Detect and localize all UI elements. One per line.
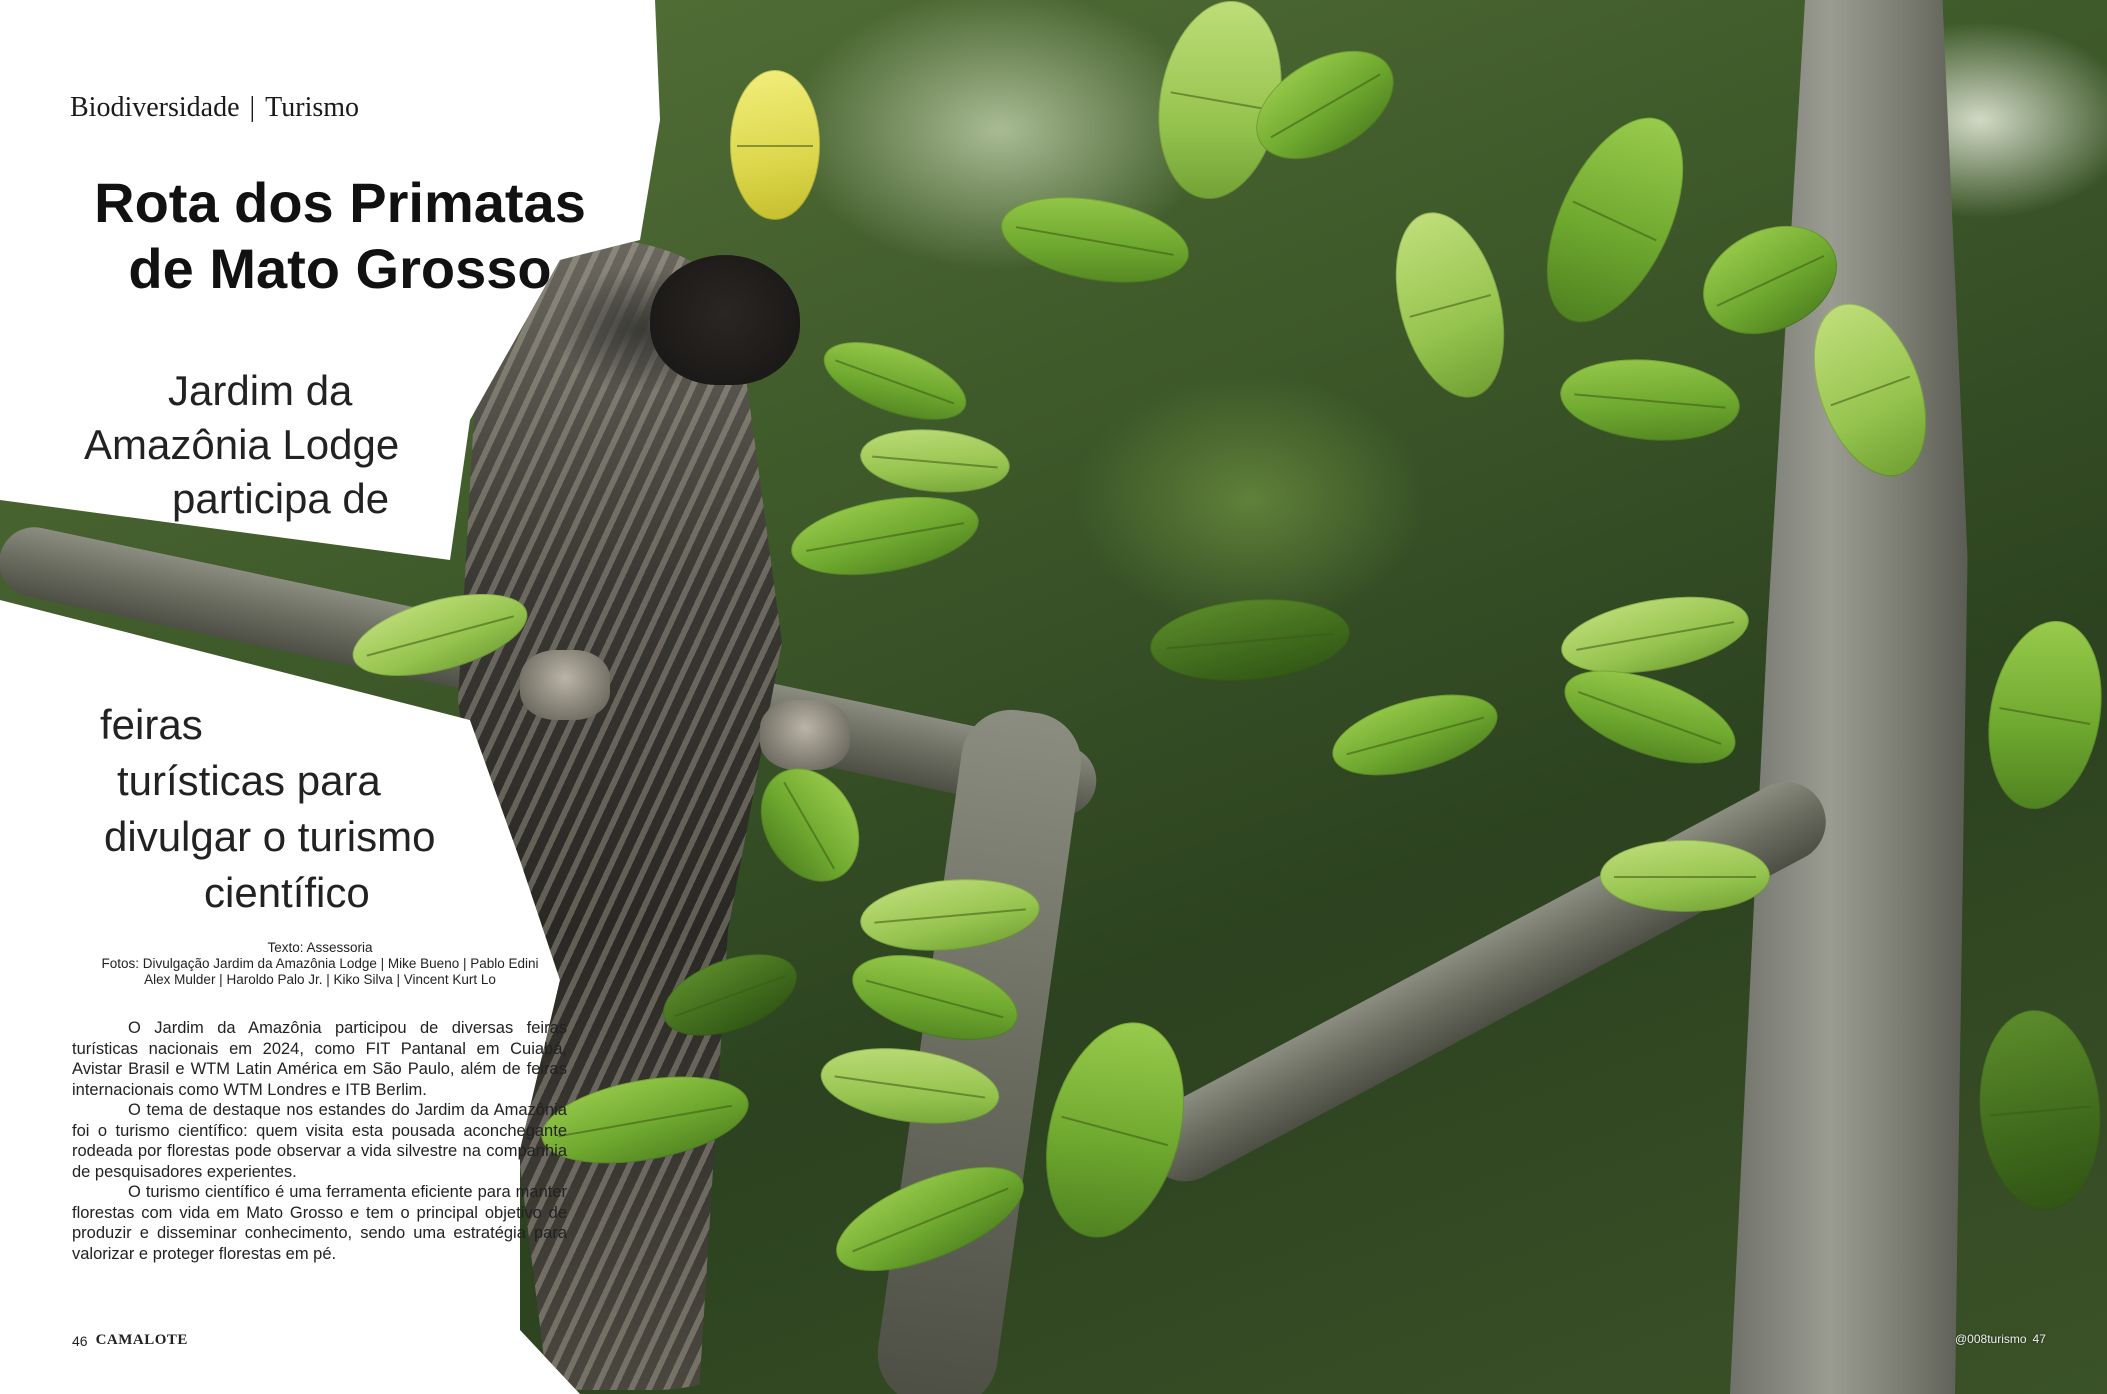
section-biodiversity: Biodiversidade [70,92,240,123]
leaf [1323,679,1507,791]
photo-credit-value: Divulgação Jardim da Amazônia Lodge | Mi… [142,956,539,971]
monkey-face [650,255,800,385]
magazine-brand: CAMALOTE [95,1332,188,1348]
headline-line-2: de Mato Grosso [128,237,552,300]
monkey-hand [760,700,850,770]
article-body: O Jardim da Amazônia participou de diver… [72,1018,567,1264]
photo-credits: Texto: Assessoria Fotos: Divulgação Jard… [40,940,600,988]
section-tourism: Turismo [265,92,360,123]
left-page-footer: 46 CAMALOTE [72,1332,188,1349]
text-credit-value: Assessoria [306,940,373,955]
headline-line-1: Rota dos Primatas [94,171,586,234]
photo-credit-label: Fotos: [101,956,139,971]
branch [1131,767,1840,1196]
leaf [1556,352,1744,448]
leaf [1555,584,1755,686]
monkey-hand [520,650,610,720]
photo-credit: Fotos: Divulgação Jardim da Amazônia Lod… [40,956,600,972]
deck-line-5: turísticas para [117,757,381,804]
leaf [1377,200,1523,410]
leaf [1146,591,1354,689]
deck-line-3: participa de [172,475,390,522]
deck-line-6: divulgar o turismo [104,813,436,860]
deck-line-7: científico [204,869,370,916]
body-paragraph-2: O tema de destaque nos estandes do Jardi… [72,1101,567,1181]
section-tag: Biodiversidade | Turismo [70,92,630,124]
tree-trunk [1730,0,1968,1394]
text-credit-label: Texto: [267,940,304,955]
body-paragraph-1: O Jardim da Amazônia participou de diver… [72,1019,567,1099]
leaf [994,184,1196,296]
leaf [1974,611,2107,819]
text-credit: Texto: Assessoria [40,940,600,956]
left-page-number: 46 [72,1332,88,1349]
leaf [1518,97,1712,343]
leaf [785,484,985,588]
leaf [857,423,1013,499]
photo-credit-continued: Alex Mulder | Haroldo Palo Jr. | Kiko Si… [144,972,496,987]
leaf [1600,840,1770,912]
article-headline: Rota dos Primatas de Mato Grosso [40,170,640,302]
magazine-spread: Biodiversidade | Turismo Rota dos Primatas… [0,0,2107,1394]
right-page-footer: @008turismo 47 [1955,1332,2046,1346]
body-paragraph-3: O turismo científico é uma ferramenta ef… [72,1183,567,1263]
social-handle: @008turismo [1955,1332,2027,1346]
leaf [1971,1005,2107,1215]
section-separator: | [249,92,256,123]
leaf [1023,1006,1207,1254]
leaf [813,326,977,436]
deck-line-2: Amazônia Lodge [84,421,400,468]
deck-line-1: Jardim da [168,367,353,414]
leaf [730,70,820,220]
right-page-number: 47 [2032,1332,2046,1346]
deck-line-4: feiras [100,701,203,748]
